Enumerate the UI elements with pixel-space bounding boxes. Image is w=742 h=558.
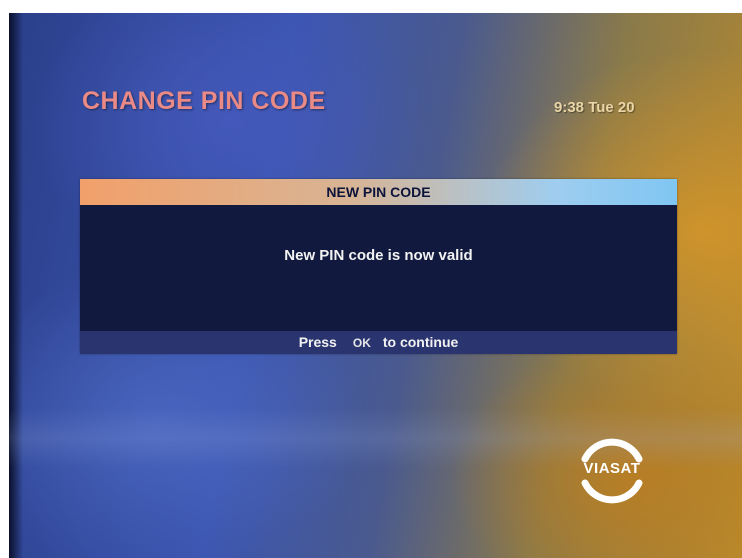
ok-key-button[interactable]: OK <box>353 332 371 355</box>
dialog-message: New PIN code is now valid <box>284 247 473 264</box>
clock: 9:38 Tue 20 <box>554 99 635 116</box>
footer-press-label: Press <box>298 334 337 350</box>
tv-screen: CHANGE PIN CODE 9:38 Tue 20 NEW PIN CODE… <box>9 13 742 558</box>
viasat-logo: VIASAT <box>557 425 667 515</box>
dialog-title: NEW PIN CODE <box>80 179 677 205</box>
page-title: CHANGE PIN CODE <box>82 87 326 115</box>
pin-dialog: NEW PIN CODE New PIN code is now valid P… <box>80 179 677 354</box>
footer-continue-label: to continue <box>382 334 459 350</box>
dialog-footer: Press OK to continue <box>80 331 677 354</box>
brand-name: VIASAT <box>583 460 641 477</box>
